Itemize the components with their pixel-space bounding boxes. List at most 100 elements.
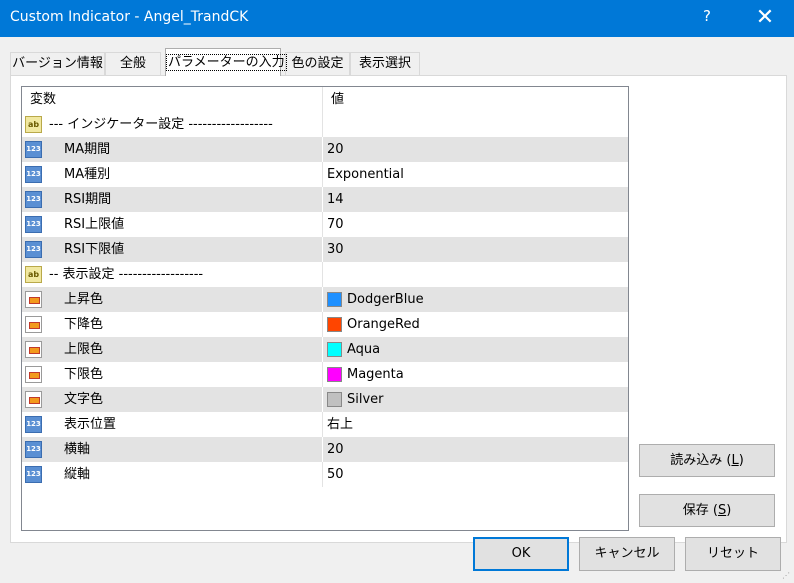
color-icon	[25, 366, 42, 383]
color-icon	[25, 291, 42, 308]
value-cell[interactable]: 14	[323, 187, 627, 212]
save-button[interactable]: 保存 (S)	[639, 494, 775, 527]
tab-version-info[interactable]: バージョン情報	[10, 52, 105, 75]
value-text: 50	[327, 467, 344, 482]
table-row[interactable]: 123 RSI上限値 70	[22, 212, 628, 237]
color-swatch	[327, 342, 342, 357]
table-row[interactable]: ab -- 表示設定 ------------------	[22, 262, 628, 287]
resize-grip-icon[interactable]: ⋰	[782, 571, 792, 581]
value-text: 20	[327, 142, 344, 157]
table-row[interactable]: 上昇色 DodgerBlue	[22, 287, 628, 312]
number-icon: 123	[25, 191, 42, 208]
value-cell[interactable]: Magenta	[323, 362, 627, 387]
variable-label: 下限色	[64, 367, 104, 382]
table-row[interactable]: 上限色 Aqua	[22, 337, 628, 362]
variable-label: RSI上限値	[64, 217, 125, 232]
variable-cell: 下降色	[22, 312, 323, 337]
value-cell[interactable]: 右上	[323, 412, 627, 437]
table-row[interactable]: 下限色 Magenta	[22, 362, 628, 387]
number-icon: 123	[25, 466, 42, 483]
number-icon: 123	[25, 166, 42, 183]
variable-cell: 上限色	[22, 337, 323, 362]
value-text: 30	[327, 242, 344, 257]
table-row[interactable]: 下降色 OrangeRed	[22, 312, 628, 337]
variable-label: -- 表示設定 ------------------	[49, 267, 204, 282]
value-text: 70	[327, 217, 344, 232]
string-icon: ab	[25, 266, 42, 283]
value-cell[interactable]: 50	[323, 462, 627, 487]
value-text: OrangeRed	[347, 317, 420, 332]
variable-cell: 123 表示位置	[22, 412, 323, 437]
table-row[interactable]: 123 表示位置 右上	[22, 412, 628, 437]
cancel-button[interactable]: キャンセル	[579, 537, 675, 571]
value-cell[interactable]: OrangeRed	[323, 312, 627, 337]
table-row[interactable]: ab --- インジケーター設定 ------------------	[22, 112, 628, 137]
variable-label: 文字色	[64, 392, 104, 407]
title-bar: Custom Indicator - Angel_TrandCK ? ✕	[0, 0, 794, 37]
table-row[interactable]: 123 RSI下限値 30	[22, 237, 628, 262]
number-icon: 123	[25, 141, 42, 158]
value-cell[interactable]: 20	[323, 437, 627, 462]
tab-colors[interactable]: 色の設定	[285, 52, 350, 75]
variable-cell: ab -- 表示設定 ------------------	[22, 262, 323, 287]
load-button[interactable]: 読み込み (L)	[639, 444, 775, 477]
table-row[interactable]: 123 MA種別 Exponential	[22, 162, 628, 187]
ok-button[interactable]: OK	[473, 537, 569, 571]
variable-cell: 下限色	[22, 362, 323, 387]
reset-button[interactable]: リセット	[685, 537, 781, 571]
table-row[interactable]: 123 横軸 20	[22, 437, 628, 462]
variable-label: MA種別	[64, 167, 111, 182]
close-button[interactable]: ✕	[745, 2, 785, 34]
variable-cell: 文字色	[22, 387, 323, 412]
variable-cell: 123 MA期間	[22, 137, 323, 162]
variable-label: 表示位置	[64, 417, 117, 432]
number-icon: 123	[25, 441, 42, 458]
variable-label: RSI下限値	[64, 242, 125, 257]
variable-label: 縦軸	[64, 467, 91, 482]
variable-label: --- インジケーター設定 ------------------	[49, 117, 273, 132]
value-cell[interactable]: DodgerBlue	[323, 287, 627, 312]
variable-label: MA期間	[64, 142, 111, 157]
color-icon	[25, 316, 42, 333]
value-text: Aqua	[347, 342, 381, 357]
variable-cell: 123 縦軸	[22, 462, 323, 487]
value-text: Silver	[347, 392, 384, 407]
variable-label: 上限色	[64, 342, 104, 357]
color-swatch	[327, 292, 342, 307]
variable-cell: 123 MA種別	[22, 162, 323, 187]
grid-header: 変数 値	[22, 87, 628, 112]
color-swatch	[327, 367, 342, 382]
table-row[interactable]: 文字色 Silver	[22, 387, 628, 412]
variable-cell: 123 RSI期間	[22, 187, 323, 212]
string-icon: ab	[25, 116, 42, 133]
color-icon	[25, 341, 42, 358]
table-row[interactable]: 123 RSI期間 14	[22, 187, 628, 212]
value-cell[interactable]	[323, 262, 627, 287]
value-cell[interactable]: 20	[323, 137, 627, 162]
value-cell[interactable]	[323, 112, 627, 137]
header-value[interactable]: 値	[323, 87, 628, 112]
value-cell[interactable]: Silver	[323, 387, 627, 412]
header-variable[interactable]: 変数	[22, 87, 323, 112]
value-cell[interactable]: 70	[323, 212, 627, 237]
tab-parameters[interactable]: パラメーターの入力	[165, 48, 287, 76]
value-text: Exponential	[327, 167, 404, 182]
value-text: Magenta	[347, 367, 404, 382]
variable-label: 下降色	[64, 317, 104, 332]
color-swatch	[327, 317, 342, 332]
value-cell[interactable]: Exponential	[323, 162, 627, 187]
help-button[interactable]: ?	[697, 7, 717, 25]
table-row[interactable]: 123 MA期間 20	[22, 137, 628, 162]
table-row[interactable]: 123 縦軸 50	[22, 462, 628, 487]
window-title: Custom Indicator - Angel_TrandCK	[10, 9, 249, 25]
tab-visualization[interactable]: 表示選択	[350, 52, 420, 75]
value-cell[interactable]: Aqua	[323, 337, 627, 362]
parameter-grid[interactable]: 変数 値 ab --- インジケーター設定 ------------------ 1…	[21, 86, 629, 531]
value-text: 14	[327, 192, 344, 207]
tab-general[interactable]: 全般	[105, 52, 161, 75]
variable-cell: 上昇色	[22, 287, 323, 312]
color-icon	[25, 391, 42, 408]
variable-label: 横軸	[64, 442, 91, 457]
value-cell[interactable]: 30	[323, 237, 627, 262]
color-swatch	[327, 392, 342, 407]
